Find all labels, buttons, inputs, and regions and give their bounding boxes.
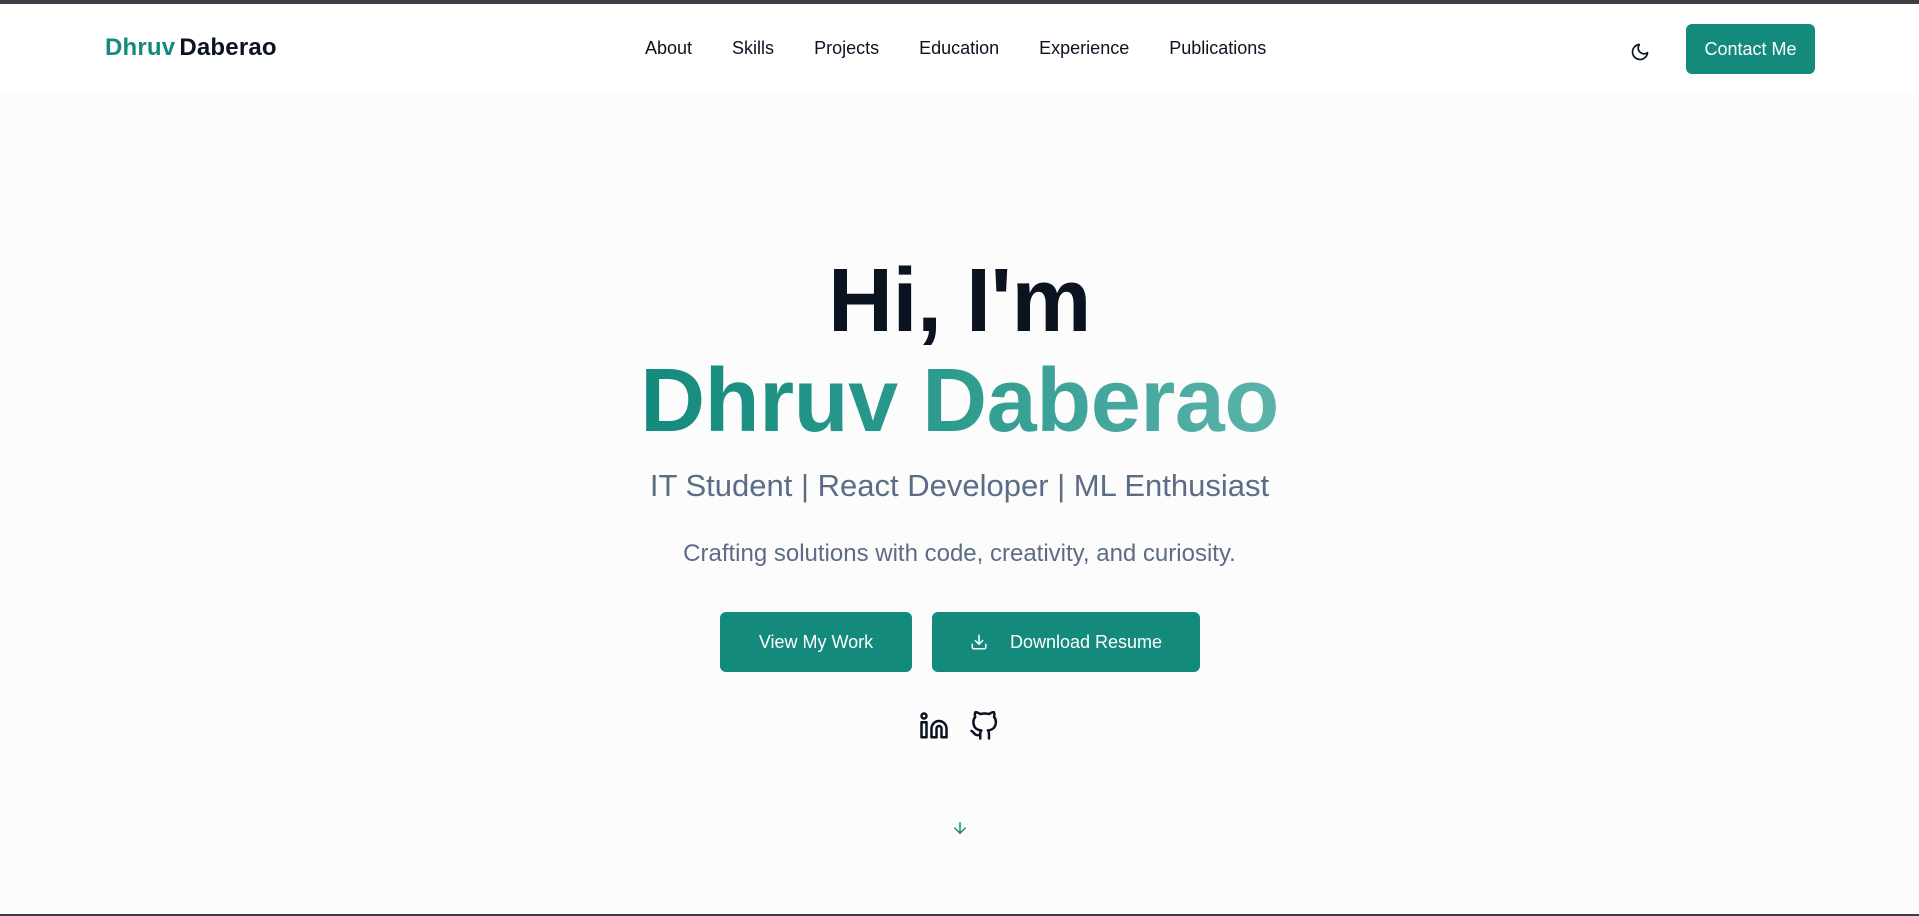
- hero-tagline: Crafting solutions with code, creativity…: [683, 540, 1236, 567]
- brand-last-name: Daberao: [179, 34, 277, 61]
- github-icon: [970, 711, 998, 740]
- view-my-work-button[interactable]: View My Work: [720, 612, 912, 672]
- hero-section: Hi, I'm Dhruv Daberao IT Student | React…: [0, 94, 1919, 914]
- arrow-down-icon: [954, 822, 966, 834]
- nav-about[interactable]: About: [645, 38, 692, 59]
- nav-skills[interactable]: Skills: [732, 38, 774, 59]
- linkedin-link[interactable]: [918, 710, 950, 742]
- linkedin-icon: [920, 712, 948, 739]
- hero-greeting: Hi, I'm: [828, 251, 1091, 351]
- hero-name-text: Dhruv Daberao: [640, 351, 1279, 451]
- contact-me-button[interactable]: Contact Me: [1686, 24, 1815, 74]
- nav-publications[interactable]: Publications: [1169, 38, 1266, 59]
- main-nav: About Skills Projects Education Experien…: [645, 38, 1266, 59]
- download-resume-button[interactable]: Download Resume: [932, 612, 1200, 672]
- hero-name: Dhruv Daberao: [0, 356, 1919, 446]
- site-header: Dhruv Daberao About Skills Projects Educa…: [0, 4, 1919, 94]
- theme-toggle-button[interactable]: [1628, 40, 1652, 64]
- github-link[interactable]: [968, 710, 1000, 742]
- nav-projects[interactable]: Projects: [814, 38, 879, 59]
- brand-logo[interactable]: Dhruv Daberao: [105, 34, 277, 62]
- nav-education[interactable]: Education: [919, 38, 999, 59]
- nav-experience[interactable]: Experience: [1039, 38, 1129, 59]
- download-icon: [970, 633, 988, 651]
- hero-subtitle: IT Student | React Developer | ML Enthus…: [649, 468, 1270, 503]
- download-resume-label: Download Resume: [1009, 631, 1163, 652]
- brand-first-name: Dhruv: [105, 34, 176, 61]
- moon-icon: [1631, 43, 1649, 61]
- scroll-down-button[interactable]: [950, 818, 970, 838]
